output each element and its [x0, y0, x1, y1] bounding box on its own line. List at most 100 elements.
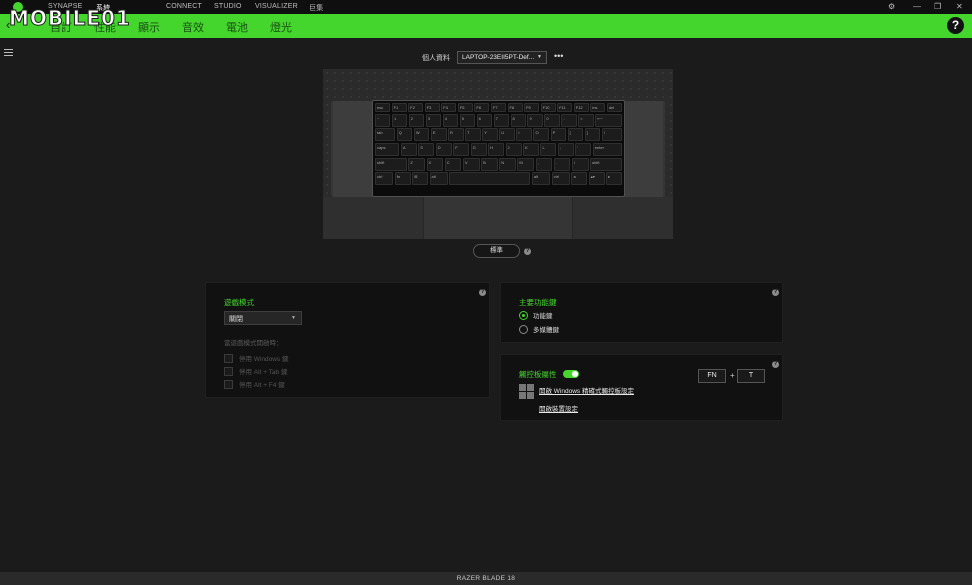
- profile-select[interactable]: LAPTOP-23EII5PT-Def... ▼: [457, 51, 547, 64]
- option-disable-alt-tab[interactable]: 停用 Alt + Tab 鍵: [224, 366, 287, 376]
- key: R: [448, 128, 464, 142]
- tab-lighting[interactable]: 燈光: [270, 19, 292, 35]
- key: X: [426, 157, 444, 171]
- key: P: [550, 128, 567, 142]
- key: G: [470, 142, 487, 157]
- radio-multimedia-key[interactable]: 多媒體鍵: [519, 324, 559, 334]
- radio-function-key[interactable]: 功能鍵: [519, 310, 553, 320]
- touchpad-title: 觸控板屬性: [519, 370, 557, 379]
- key: Q: [396, 128, 413, 142]
- key: 6: [476, 113, 493, 127]
- key: 2: [408, 113, 425, 127]
- key: =: [578, 113, 594, 127]
- profile-label: 個人資料: [422, 55, 450, 62]
- chevron-down-icon: ▼: [537, 54, 542, 60]
- key: esc: [375, 103, 391, 112]
- radio-button[interactable]: [519, 310, 528, 320]
- profile-value: LAPTOP-23EII5PT-Def...: [462, 54, 535, 61]
- tab-display[interactable]: 顯示: [138, 19, 160, 35]
- checkbox[interactable]: [224, 379, 233, 389]
- nav-connect[interactable]: CONNECT: [166, 3, 202, 10]
- gaming-mode-panel: ? 遊戲模式 關閉 ▼ 當遊戲模式開啟時： 停用 Windows 鍵 停用 Al…: [205, 282, 490, 398]
- standard-button[interactable]: 標準: [473, 244, 520, 258]
- key: F10: [540, 103, 556, 112]
- key: \: [601, 128, 623, 142]
- info-icon[interactable]: ?: [772, 289, 779, 296]
- key: fn: [394, 172, 411, 186]
- key: N: [499, 157, 516, 171]
- key: ;: [557, 142, 574, 157]
- touchpad-toggle[interactable]: [563, 370, 579, 378]
- key: tab: [375, 128, 396, 142]
- palm-rest: [323, 197, 673, 239]
- key: [449, 172, 531, 186]
- windows-touchpad-settings-link[interactable]: 開啟 Windows 精確式觸控板設定: [539, 385, 634, 395]
- device-name-footer: RAZER BLADE 18: [0, 572, 972, 585]
- device-settings-link[interactable]: 開啟裝置設定: [539, 403, 578, 413]
- tab-audio[interactable]: 音效: [182, 19, 204, 35]
- nav-studio[interactable]: STUDIO: [214, 3, 242, 10]
- gaming-mode-title: 遊戲模式: [224, 298, 254, 307]
- more-options-icon[interactable]: •••: [554, 51, 563, 61]
- key: .: [553, 157, 571, 171]
- key: 0: [544, 113, 560, 127]
- checkbox[interactable]: [224, 366, 233, 376]
- key: ⟵: [595, 113, 623, 127]
- tab-battery[interactable]: 電池: [226, 19, 248, 35]
- nav-macro[interactable]: 巨集: [309, 3, 323, 13]
- key: ⊞: [412, 172, 428, 186]
- info-icon[interactable]: ?: [524, 248, 531, 255]
- radio-label: 多媒體鍵: [533, 327, 559, 334]
- gaming-mode-select[interactable]: 關閉 ▼: [224, 311, 302, 325]
- info-icon[interactable]: ?: [479, 289, 486, 296]
- key: W: [413, 128, 430, 142]
- close-icon[interactable]: ✕: [956, 2, 963, 11]
- key: T: [465, 128, 481, 142]
- key: I: [516, 128, 532, 142]
- radio-label: 功能鍵: [533, 313, 553, 320]
- settings-icon[interactable]: ⚙: [888, 2, 895, 11]
- speaker-left: [333, 101, 373, 197]
- key: 8: [510, 113, 526, 127]
- key: 5: [459, 113, 476, 127]
- watermark-logo: MOBILE01: [9, 6, 131, 31]
- key: del: [606, 103, 622, 112]
- key: ctrl: [551, 172, 570, 186]
- key: D: [435, 142, 452, 157]
- key: shift: [590, 157, 622, 171]
- radio-button[interactable]: [519, 324, 528, 334]
- key: A: [400, 142, 417, 157]
- key: 3: [425, 113, 442, 127]
- minimize-icon[interactable]: —: [913, 2, 921, 11]
- option-disable-windows[interactable]: 停用 Windows 鍵: [224, 353, 288, 363]
- info-icon[interactable]: ?: [772, 361, 779, 368]
- key: ▴▾: [588, 172, 605, 186]
- key: -: [561, 113, 577, 127]
- keyboard-row: ctrl fn ⊞ alt alt ctrl ◂ ▴▾ ▸: [375, 172, 623, 186]
- key: ins: [590, 103, 606, 112]
- key: F4: [441, 103, 457, 112]
- key: alt: [429, 172, 448, 186]
- primary-key-title: 主要功能鍵: [519, 298, 557, 307]
- key: K: [523, 142, 539, 157]
- key: ~: [375, 113, 391, 127]
- key: F5: [457, 103, 473, 112]
- key: F: [453, 142, 470, 157]
- key: 9: [527, 113, 543, 127]
- gaming-mode-value: 關閉: [229, 316, 243, 323]
- keyboard-row: caps A S D F G H J K L; ' enter: [375, 142, 622, 157]
- key: F6: [474, 103, 490, 112]
- key: S: [418, 142, 435, 157]
- menu-icon[interactable]: [4, 49, 13, 58]
- help-icon[interactable]: ?: [947, 17, 964, 34]
- checkbox[interactable]: [224, 353, 233, 363]
- key: F8: [507, 103, 523, 112]
- primary-key-panel: ? 主要功能鍵 功能鍵 多媒體鍵: [500, 282, 783, 343]
- option-disable-alt-f4[interactable]: 停用 Alt + F4 鍵: [224, 379, 285, 389]
- gaming-mode-hint: 當遊戲模式開啟時：: [224, 340, 283, 347]
- chevron-down-icon: ▼: [291, 315, 296, 321]
- option-label: 停用 Alt + F4 鍵: [239, 382, 285, 389]
- key: ◂: [571, 172, 588, 186]
- maximize-icon[interactable]: ❐: [934, 2, 941, 11]
- nav-visualizer[interactable]: VISUALIZER: [255, 3, 298, 10]
